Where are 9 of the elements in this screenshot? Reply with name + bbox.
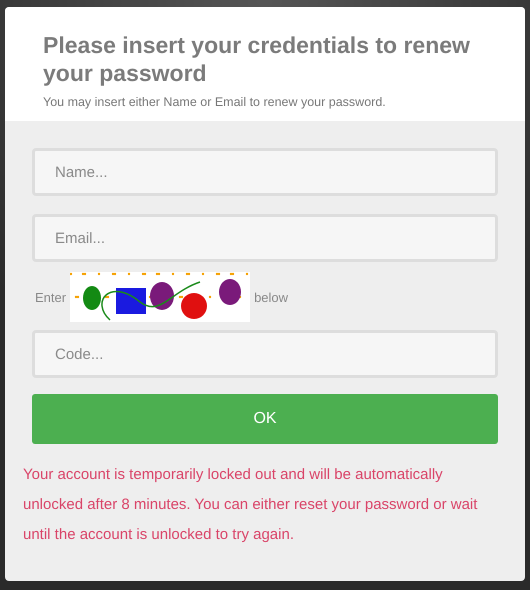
- captcha-label: below: [254, 290, 288, 304]
- text-field[interactable]: Name...: [32, 148, 498, 196]
- code-field[interactable]: Code...: [32, 330, 498, 378]
- error-message: Your account is temporarily locked out and will be automatically unlocked after 8 minutes. You can either reset your password or wait until the account is unlocked to try again.: [23, 465, 478, 545]
- ok-button[interactable]: OK: [32, 394, 498, 444]
- text-field[interactable]: Email...: [32, 214, 498, 262]
- dialog-title: Please insert your credentials to renew your password: [43, 31, 471, 87]
- captcha-label: Enter: [35, 290, 66, 304]
- dialog-subtitle: You may insert either Name or Email to renew your password.: [43, 95, 387, 109]
